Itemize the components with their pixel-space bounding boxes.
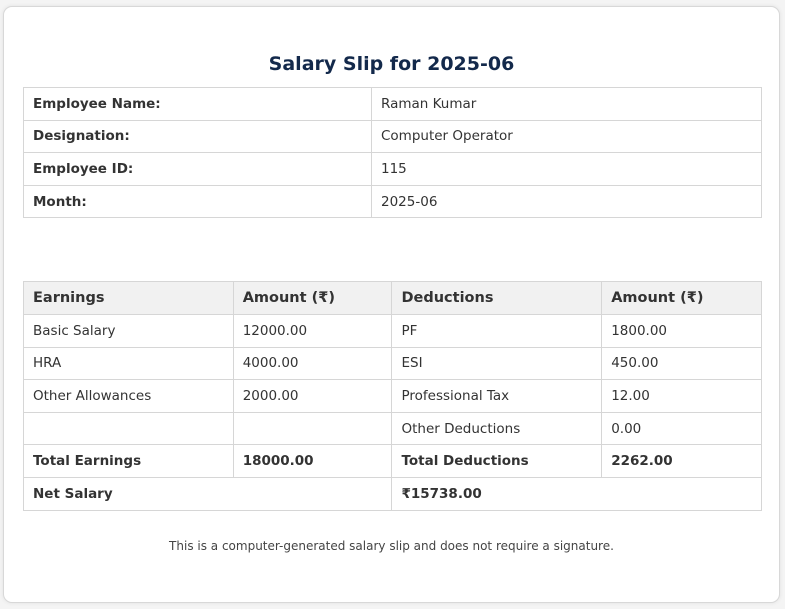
deduction-amount: 1800.00 [601,314,762,348]
total-deductions-label: Total Deductions [391,444,603,478]
totals-row: Total Earnings 18000.00 Total Deductions… [23,444,762,478]
earning-amount: 4000.00 [232,346,393,381]
table-row: Basic Salary 12000.00 PF 1800.00 [23,314,762,348]
employee-name-value: Raman Kumar [371,87,762,121]
designation-value: Computer Operator [371,119,762,154]
net-salary-value: ₹15738.00 [391,476,762,511]
earning-amount: 2000.00 [232,379,393,413]
deduction-item: PF [391,314,603,348]
month-value: 2025-06 [371,184,762,219]
deductions-amount-header: Amount (₹) [601,281,762,315]
earnings-amount-header: Amount (₹) [232,281,393,315]
earning-amount [232,411,393,446]
employee-id-value: 115 [371,152,762,186]
table-header-row: Earnings Amount (₹) Deductions Amount (₹… [23,281,762,315]
table-row: Other Allowances 2000.00 Professional Ta… [23,379,762,413]
table-row: Other Deductions 0.00 [23,411,762,446]
earning-item: HRA [23,346,234,381]
salary-table: Earnings Amount (₹) Deductions Amount (₹… [22,281,762,511]
earning-amount: 12000.00 [232,314,393,348]
page-title: Salary Slip for 2025-06 [268,53,515,75]
table-row: HRA 4000.00 ESI 450.00 [23,346,762,381]
net-salary-row: Net Salary ₹15738.00 [22,476,762,511]
deduction-item: ESI [391,346,603,381]
deduction-amount: 12.00 [601,379,762,413]
month-label: Month: [23,184,372,219]
employee-id-label: Employee ID: [23,152,372,186]
table-row: Employee ID: 115 [23,152,762,186]
total-deductions-value: 2262.00 [601,444,762,478]
net-salary-label: Net Salary [22,476,393,511]
salary-slip-card: Salary Slip for 2025-06 Employee Name: R… [3,6,780,603]
table-row: Month: 2025-06 [23,184,762,219]
earning-item [23,411,234,446]
deduction-item: Other Deductions [391,411,603,446]
footer-note: This is a computer-generated salary slip… [169,539,614,553]
employee-info-table: Employee Name: Raman Kumar Designation: … [23,87,762,219]
earnings-header: Earnings [23,281,234,315]
employee-name-label: Employee Name: [23,87,372,121]
table-row: Employee Name: Raman Kumar [23,87,762,121]
earning-item: Basic Salary [23,314,234,348]
total-earnings-label: Total Earnings [23,444,234,478]
deduction-amount: 450.00 [601,346,762,381]
earning-item: Other Allowances [23,379,234,413]
deduction-amount: 0.00 [601,411,762,446]
deductions-header: Deductions [391,281,603,315]
designation-label: Designation: [23,119,372,154]
total-earnings-value: 18000.00 [232,444,393,478]
deduction-item: Professional Tax [391,379,603,413]
table-row: Designation: Computer Operator [23,119,762,154]
